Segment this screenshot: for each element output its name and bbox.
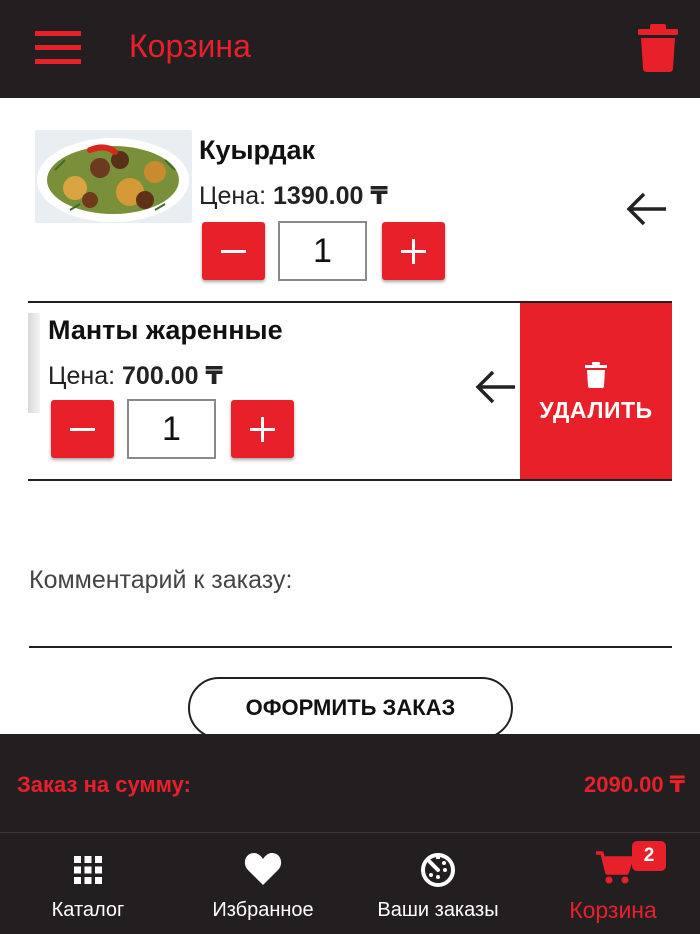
bottom-navigation: Каталог Избранное Ваши заказы Корзина <box>0 832 700 934</box>
item-price: Цена: 1390.00 ₸ <box>199 181 388 211</box>
nav-item-catalog[interactable]: Каталог <box>28 833 148 934</box>
delete-label: УДАЛИТЬ <box>539 397 653 423</box>
nav-item-orders[interactable]: Ваши заказы <box>368 833 508 934</box>
price-label: Цена: <box>199 182 267 210</box>
minus-icon <box>221 250 246 253</box>
quantity-field[interactable]: 1 <box>127 399 216 459</box>
increase-quantity-button[interactable] <box>231 400 294 458</box>
nav-label: Избранное <box>212 899 314 921</box>
checkout-button[interactable]: ОФОРМИТЬ ЗАКАЗ <box>188 677 513 739</box>
quantity-field[interactable]: 1 <box>278 221 367 281</box>
app-bar: Корзина <box>0 0 700 98</box>
trash-icon <box>585 362 607 388</box>
arrow-left-icon[interactable] <box>475 369 517 405</box>
nav-label: Ваши заказы <box>377 899 499 921</box>
delete-item-button[interactable]: УДАЛИТЬ <box>520 303 672 479</box>
increase-quantity-button[interactable] <box>382 222 445 280</box>
grid-icon <box>74 856 102 884</box>
comment-input[interactable] <box>29 606 672 648</box>
cart-icon <box>596 851 633 884</box>
hamburger-menu-icon[interactable] <box>35 31 81 65</box>
cart-item: Манты жаренные Цена: 700.00 ₸ 1 УДАЛИТЬ <box>28 301 672 481</box>
timer-icon <box>421 853 455 887</box>
nav-label: Каталог <box>51 899 125 921</box>
arrow-left-icon[interactable] <box>626 191 668 227</box>
item-name: Манты жаренные <box>48 315 283 345</box>
nav-label: Корзина <box>569 897 657 923</box>
comment-label: Комментарий к заказу: <box>29 566 293 594</box>
order-total-bar: Заказ на сумму: 2090.00 ₸ <box>0 734 700 832</box>
heart-icon <box>244 853 282 885</box>
price-value: 700.00 ₸ <box>122 362 223 390</box>
price-label: Цена: <box>48 362 116 390</box>
trash-icon[interactable] <box>638 24 678 72</box>
item-price: Цена: 700.00 ₸ <box>48 361 223 391</box>
decrease-quantity-button[interactable] <box>202 222 265 280</box>
nav-item-favorites[interactable]: Избранное <box>198 833 328 934</box>
cart-count-badge: 2 <box>632 841 666 871</box>
product-image <box>28 313 40 413</box>
minus-icon <box>70 428 95 431</box>
price-value: 1390.00 ₸ <box>273 182 388 210</box>
total-value: 2090.00 ₸ <box>584 772 685 797</box>
page-title: Корзина <box>129 28 251 64</box>
decrease-quantity-button[interactable] <box>51 400 114 458</box>
item-name: Куырдак <box>199 135 316 165</box>
cart-item: Куырдак Цена: 1390.00 ₸ 1 <box>28 120 672 290</box>
total-label: Заказ на сумму: <box>17 772 191 797</box>
product-image <box>35 130 192 223</box>
